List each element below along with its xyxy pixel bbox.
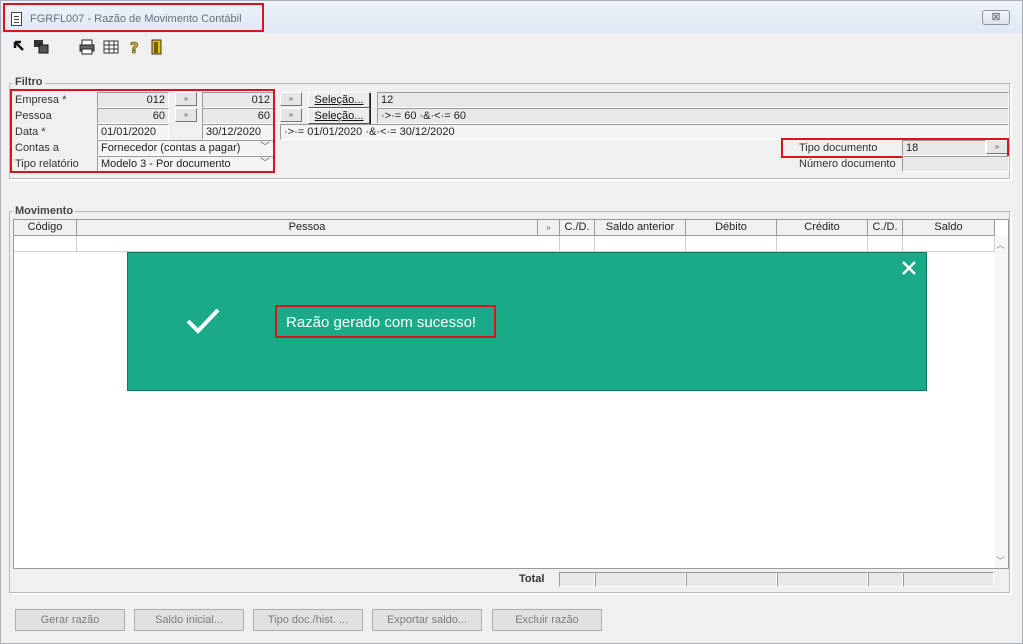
total-debito-field	[686, 572, 777, 587]
copy-window-icon[interactable]	[33, 39, 49, 55]
window-title: FGRFL007 - Razão de Movimento Contábil	[30, 13, 242, 25]
table-cell[interactable]	[14, 236, 77, 252]
column-header-saldo-anterior[interactable]: Saldo anterior	[595, 220, 686, 236]
pessoa-selection-value: ·>·= 60 ·&·<·= 60	[377, 108, 1009, 124]
column-header-lookup[interactable]: »	[538, 220, 560, 236]
data-to-input[interactable]: 30/12/2020	[202, 124, 274, 140]
column-header-debito[interactable]: Débito	[686, 220, 777, 236]
empresa-to-lookup-button[interactable]: »	[280, 92, 302, 106]
empresa-label: Empresa *	[15, 94, 67, 106]
column-header-pessoa[interactable]: Pessoa	[77, 220, 538, 236]
pessoa-label: Pessoa	[15, 110, 52, 122]
vertical-scrollbar[interactable]: ︿ ﹀	[995, 236, 1008, 568]
title-bar: FGRFL007 - Razão de Movimento Contábil ⊠	[1, 1, 1022, 33]
table-cell[interactable]	[686, 236, 777, 252]
data-from-input[interactable]: 01/01/2020	[97, 124, 169, 140]
export-arrow-icon[interactable]	[11, 39, 27, 55]
data-selection-value: ·>·= 01/01/2020 ·&·<·= 30/12/2020	[280, 124, 1009, 140]
contas-a-select[interactable]: Fornecedor (contas a pagar) ﹀	[97, 140, 274, 156]
pessoa-from-lookup-button[interactable]: »	[175, 108, 197, 122]
tipo-doc-hist-button[interactable]: Tipo doc./hist. ...	[253, 609, 363, 631]
total-saldo-anterior-field	[595, 572, 686, 587]
table-cell[interactable]	[777, 236, 868, 252]
scroll-up-icon[interactable]: ︿	[996, 238, 1005, 251]
chevron-down-icon: ﹀	[260, 158, 270, 169]
empresa-from-lookup-button[interactable]: »	[175, 92, 197, 106]
success-toast: Razão gerado com sucesso!	[127, 252, 927, 391]
tipo-relatorio-label: Tipo relatório	[15, 158, 79, 170]
table-cell[interactable]	[868, 236, 903, 252]
close-button[interactable]: ⊠	[982, 10, 1010, 25]
filter-group-label: Filtro	[13, 76, 45, 88]
scroll-down-icon[interactable]: ﹀	[996, 554, 1005, 567]
table-cell[interactable]	[77, 236, 560, 252]
exit-door-icon[interactable]	[149, 39, 165, 55]
numero-documento-label: Número documento	[799, 158, 896, 170]
toast-message: Razão gerado com sucesso!	[286, 314, 477, 331]
pessoa-from-input[interactable]: 60	[97, 108, 169, 124]
total-credito-field	[777, 572, 868, 587]
tipo-relatorio-select[interactable]: Modelo 3 - Por documento ﹀	[97, 156, 274, 172]
movimento-group-label: Movimento	[13, 205, 76, 217]
print-icon[interactable]	[79, 39, 95, 55]
tipo-relatorio-value: Modelo 3 - Por documento	[101, 158, 231, 170]
pessoa-to-input[interactable]: 60	[202, 108, 274, 124]
window-title-area: FGRFL007 - Razão de Movimento Contábil	[3, 3, 264, 32]
total-cd-2-field	[868, 572, 903, 587]
empresa-selection-value: 12	[377, 92, 1009, 108]
table-cell[interactable]	[560, 236, 595, 252]
column-header-cd-2[interactable]: C./D.	[868, 220, 903, 236]
empresa-from-input[interactable]: 012	[97, 92, 169, 108]
empresa-selection-label: Seleção...	[314, 94, 364, 106]
numero-documento-input[interactable]	[902, 156, 1009, 172]
gerar-razao-button[interactable]: Gerar razão	[15, 609, 125, 631]
grid-table-icon[interactable]	[103, 39, 119, 55]
contas-a-value: Fornecedor (contas a pagar)	[101, 142, 241, 154]
column-header-cd[interactable]: C./D.	[560, 220, 595, 236]
tipo-documento-input[interactable]: 18	[902, 140, 986, 156]
pessoa-to-lookup-button[interactable]: »	[280, 108, 302, 122]
total-cd-field	[559, 572, 595, 587]
app-window: FGRFL007 - Razão de Movimento Contábil ⊠…	[0, 0, 1023, 644]
empresa-selection-button[interactable]: Seleção...	[308, 92, 370, 108]
checkmark-icon	[186, 308, 220, 334]
saldo-inicial-button[interactable]: Saldo inicial...	[134, 609, 244, 631]
pessoa-selection-button[interactable]: Seleção...	[308, 108, 370, 124]
total-label: Total	[519, 573, 545, 585]
excluir-razao-button[interactable]: Excluir razão	[492, 609, 602, 631]
contas-a-label: Contas a	[15, 142, 60, 154]
toast-message-box: Razão gerado com sucesso!	[275, 305, 496, 338]
chevron-down-icon: ﹀	[260, 142, 270, 153]
table-cell[interactable]	[903, 236, 995, 252]
pessoa-selection-label: Seleção...	[314, 110, 364, 122]
column-header-codigo[interactable]: Código	[14, 220, 77, 236]
total-saldo-field	[903, 572, 994, 587]
svg-text:?: ?	[130, 39, 139, 55]
tipo-documento-label: Tipo documento	[799, 142, 878, 154]
help-icon[interactable]: ?	[126, 39, 142, 58]
data-label: Data *	[15, 126, 46, 138]
close-icon[interactable]	[899, 258, 919, 278]
table-cell[interactable]	[595, 236, 686, 252]
pessoa-lookup-icon: »	[546, 223, 551, 232]
document-icon	[11, 12, 22, 26]
column-header-saldo[interactable]: Saldo	[903, 220, 995, 236]
empresa-to-input[interactable]: 012	[202, 92, 274, 108]
tipo-documento-lookup-button[interactable]: »	[986, 140, 1008, 154]
column-header-credito[interactable]: Crédito	[777, 220, 868, 236]
exportar-saldo-button[interactable]: Exportar saldo...	[372, 609, 482, 631]
